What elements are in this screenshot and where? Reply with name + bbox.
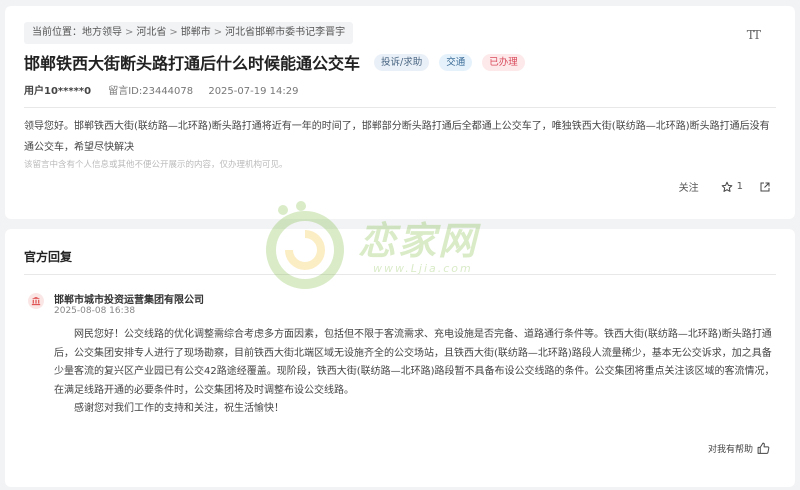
privacy-notice: 该留言中含有个人信息或其他不便公开展示的内容，仅办理机构可见。: [24, 160, 288, 170]
share-icon[interactable]: [759, 181, 771, 193]
breadcrumb-prefix: 当前位置：: [32, 27, 82, 38]
star-button[interactable]: 1: [721, 181, 743, 193]
tag-complaint: 投诉/求助: [374, 53, 430, 71]
reply-datetime: 2025-08-08 16:38: [54, 306, 136, 316]
follow-button[interactable]: 关注: [679, 179, 699, 194]
divider: [24, 274, 776, 275]
breadcrumb-item-secretary[interactable]: 河北省邯郸市委书记李晋宇: [225, 27, 345, 38]
font-size-icon[interactable]: TT: [747, 28, 761, 42]
reply-body: 网民您好！公交线路的优化调整需综合考虑多方面因素，包括但不限于客流需求、充电设施…: [54, 326, 779, 419]
breadcrumb-separator: >: [125, 27, 134, 38]
thumbs-up-icon: [757, 442, 770, 454]
title-row: 邯郸铁西大街断头路打通后什么时候能通公交车 投诉/求助 交通 已办理: [24, 50, 535, 74]
breadcrumb-separator: >: [169, 27, 178, 38]
reply-paragraph: 感谢您对我们工作的支持和关注，祝生活愉快！: [74, 403, 284, 414]
government-building-icon: [28, 293, 44, 309]
star-count: 1: [736, 181, 743, 192]
message-id: 留言ID:23444078: [108, 86, 194, 97]
helpful-button[interactable]: 对我有帮助: [708, 442, 770, 455]
helpful-label: 对我有帮助: [707, 445, 753, 455]
breadcrumb-item-handan[interactable]: 邯郸市: [181, 27, 211, 38]
user-name: 用户10*****0: [24, 86, 92, 97]
question-actions: 关注 1: [679, 179, 771, 194]
breadcrumb-separator: >: [213, 27, 223, 38]
section-title: 官方回复: [24, 250, 73, 264]
divider: [24, 107, 776, 108]
org-name: 邯郸市城市投资运营集团有限公司: [54, 295, 204, 306]
question-body: 领导您好。邯郸铁西大街(联纺路—北环路)断头路打通将近有一年的时间了，邯郸部分断…: [24, 121, 770, 153]
breadcrumb: 当前位置：地方领导 > 河北省 > 邯郸市 > 河北省邯郸市委书记李晋宇: [24, 22, 354, 44]
breadcrumb-item-local-leaders[interactable]: 地方领导: [82, 27, 122, 38]
page-title: 邯郸铁西大街断头路打通后什么时候能通公交车: [24, 54, 361, 73]
star-icon: [721, 181, 732, 192]
status-badge: 已办理: [482, 53, 525, 71]
question-card: 当前位置：地方领导 > 河北省 > 邯郸市 > 河北省邯郸市委书记李晋宇 TT 邯郸铁西大街…: [5, 6, 795, 219]
question-datetime: 2025-07-19 14:29: [208, 86, 299, 97]
reply-paragraph: 网民您好！公交线路的优化调整需综合考虑多方面因素，包括但不限于客流需求、充电设施…: [54, 329, 775, 396]
official-reply-card: 官方回复 邯郸市城市投资运营集团有限公司 2025-08-08 16:38 网民…: [5, 229, 795, 487]
question-meta: 用户10*****0 留言ID:23444078 2025-07-19 14:2…: [24, 82, 310, 97]
tag-traffic: 交通: [439, 53, 473, 71]
breadcrumb-item-hebei[interactable]: 河北省: [136, 27, 166, 38]
